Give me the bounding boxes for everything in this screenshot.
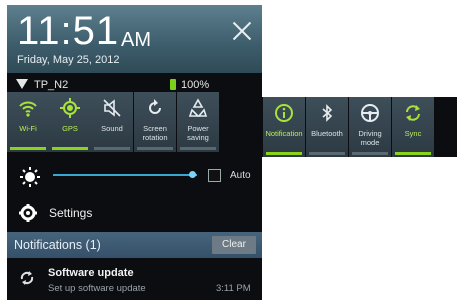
quick-setting-power-saving[interactable]: Power saving	[177, 92, 219, 152]
gear-icon	[19, 204, 37, 222]
quick-setting-label: Driving mode	[358, 129, 382, 147]
notifications-header: Notifications (1) Clear	[7, 232, 262, 258]
notification-item[interactable]: Software update Set up software update 3…	[7, 260, 262, 300]
quick-setting-label: Sound	[101, 124, 123, 133]
recycle-icon	[188, 98, 208, 117]
clock-ampm: AM	[121, 29, 151, 51]
quick-setting-driving-mode[interactable]: Driving mode	[349, 97, 391, 157]
quick-setting-label: Screen rotation	[142, 124, 168, 142]
quick-setting-label: Bluetooth	[311, 129, 343, 138]
quick-setting-bluetooth[interactable]: Bluetooth	[306, 97, 348, 157]
clear-button[interactable]: Clear	[212, 236, 256, 254]
notification-subtitle: Set up software update	[48, 283, 146, 294]
wifi-icon	[19, 101, 37, 117]
quick-setting-sync[interactable]: Sync	[392, 97, 434, 157]
rotation-icon	[149, 99, 161, 114]
quick-setting-label: Wi-Fi	[19, 124, 37, 133]
quick-setting-notification[interactable]: Notification	[263, 97, 305, 157]
notification-time: 3:11 PM	[216, 283, 251, 294]
brightness-row: Auto	[7, 162, 262, 192]
software-update-icon	[20, 271, 34, 285]
notifications-title: Notifications (1)	[14, 238, 101, 252]
wifi-signal-icon	[16, 79, 28, 89]
quick-setting-indicator	[10, 147, 46, 150]
quick-setting-indicator	[137, 147, 173, 150]
battery-icon	[170, 79, 176, 90]
settings-label: Settings	[49, 206, 93, 220]
quick-setting-indicator	[94, 147, 130, 150]
battery-level: 100%	[181, 79, 210, 91]
quick-setting-screen-rotation[interactable]: Screen rotation	[134, 92, 176, 152]
notification-title: Software update	[48, 267, 134, 279]
quick-setting-indicator	[266, 152, 302, 155]
settings-row[interactable]: Settings	[7, 197, 262, 227]
steering-wheel-icon	[361, 104, 379, 122]
quick-setting-label: GPS	[62, 124, 78, 133]
quick-setting-wi-fi[interactable]: Wi-Fi	[7, 92, 49, 152]
quick-setting-gps[interactable]: GPS	[49, 92, 91, 152]
clock-time: 11:51	[17, 9, 120, 53]
bluetooth-icon	[322, 104, 333, 122]
quick-setting-indicator	[352, 152, 388, 155]
brightness-slider-thumb[interactable]	[189, 171, 197, 178]
close-icon[interactable]	[232, 21, 252, 41]
quick-setting-indicator	[309, 152, 345, 155]
clock-date: Friday, May 25, 2012	[17, 54, 120, 66]
quick-setting-indicator	[52, 147, 88, 150]
network-name: TP_N2	[34, 79, 69, 91]
quick-setting-label: Notification	[265, 129, 303, 138]
sync-icon	[406, 105, 420, 121]
quick-setting-indicator	[395, 152, 431, 155]
lock-header: 11:51 AM Friday, May 25, 2012	[7, 5, 262, 73]
quick-setting-indicator	[180, 147, 216, 150]
brightness-slider[interactable]	[53, 174, 197, 176]
quick-setting-label: Sync	[404, 129, 422, 138]
auto-brightness-checkbox[interactable]	[208, 169, 221, 182]
auto-brightness-label: Auto	[230, 170, 251, 181]
info-icon	[275, 104, 293, 122]
brightness-icon	[20, 167, 40, 187]
gps-icon	[60, 98, 80, 118]
sound-muted-icon	[103, 99, 121, 117]
quick-setting-sound[interactable]: Sound	[91, 92, 133, 152]
quick-setting-label: Power saving	[187, 124, 209, 142]
